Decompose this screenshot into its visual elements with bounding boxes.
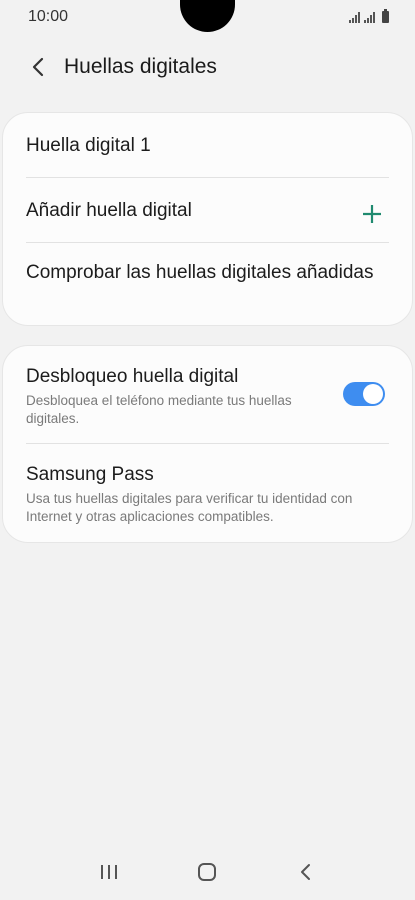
- fingerprint-1-item[interactable]: Huella digital 1: [26, 133, 389, 158]
- battery-icon: [382, 9, 389, 23]
- add-fingerprint-item[interactable]: Añadir huella digital: [26, 198, 345, 223]
- status-time: 10:00: [28, 8, 69, 25]
- samsung-pass-label: Samsung Pass: [26, 464, 154, 485]
- samsung-pass-subtitle: Usa tus huellas digitales para verificar…: [26, 491, 353, 524]
- system-icons: [349, 9, 389, 23]
- recents-icon[interactable]: [89, 852, 129, 892]
- samsung-pass-item[interactable]: Samsung Pass Usa tus huellas digitales p…: [26, 462, 389, 526]
- home-icon[interactable]: [187, 852, 227, 892]
- fingerprint-unlock-toggle[interactable]: [343, 382, 385, 406]
- add-fingerprint-label: Añadir huella digital: [26, 200, 192, 221]
- signal-icon: [349, 11, 360, 23]
- signal-icon-2: [364, 11, 375, 23]
- navigation-bar: [0, 844, 415, 900]
- plus-icon[interactable]: [359, 201, 385, 227]
- toggle-knob: [363, 384, 383, 404]
- check-fingerprints-item[interactable]: Comprobar las huellas digitales añadidas: [26, 260, 389, 285]
- divider: [26, 443, 389, 444]
- back-icon[interactable]: [18, 47, 58, 87]
- fingerprint-unlock-subtitle: Desbloquea el teléfono mediante tus huel…: [26, 393, 292, 426]
- status-bar: 10:00: [0, 0, 415, 34]
- nav-back-icon[interactable]: [286, 852, 326, 892]
- divider: [26, 242, 389, 243]
- check-fingerprints-label: Comprobar las huellas digitales añadidas: [26, 262, 374, 283]
- fingerprint-1-label: Huella digital 1: [26, 135, 151, 156]
- fingerprint-unlock-label: Desbloqueo huella digital: [26, 366, 239, 387]
- fingerprint-unlock-item[interactable]: Desbloqueo huella digital Desbloquea el …: [26, 364, 325, 428]
- page-title: Huellas digitales: [64, 55, 217, 78]
- divider: [26, 177, 389, 178]
- app-bar: Huellas digitales: [0, 42, 415, 92]
